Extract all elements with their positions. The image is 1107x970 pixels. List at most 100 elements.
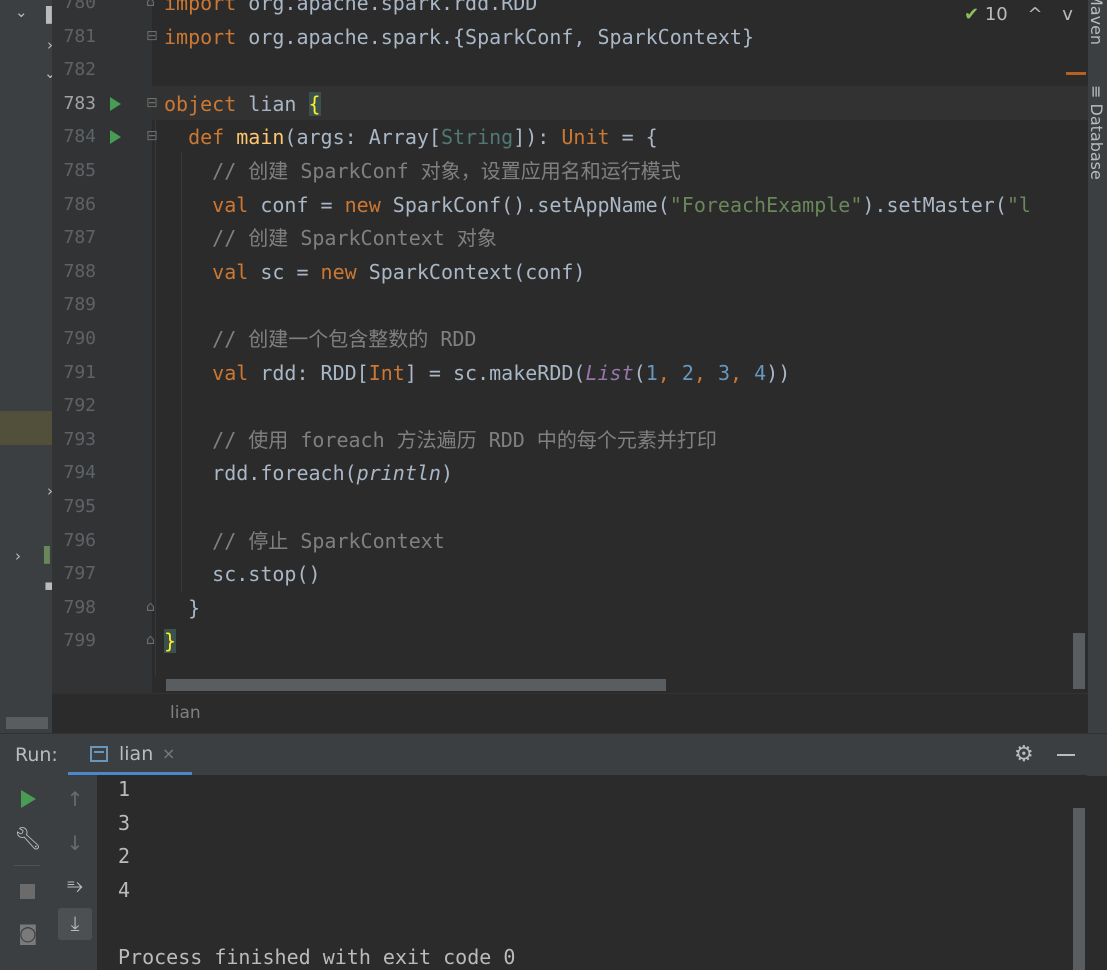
scroll-to-end-icon: ⤓	[70, 911, 80, 935]
code-token: SparkContext(conf)	[356, 259, 586, 284]
code-token: "ForeachExample"	[669, 192, 863, 217]
line-number: 797	[63, 563, 96, 585]
code-token: new	[320, 259, 357, 284]
line-number: 795	[63, 496, 96, 517]
chevron-right-icon[interactable]: ›	[15, 549, 21, 564]
scroll-to-end-toggle[interactable]: ⤓	[58, 908, 92, 940]
code-token: String	[440, 125, 514, 150]
database-tab-label: Database	[1087, 103, 1106, 180]
line-number: 790	[63, 328, 96, 349]
line-number: 792	[63, 395, 96, 417]
code-token: ,	[657, 360, 682, 385]
vertical-scrollbar[interactable]	[1073, 633, 1085, 689]
code-token: sc.stop()	[164, 562, 321, 587]
fold-icon[interactable]: ⌂	[146, 0, 155, 10]
code-line: val rdd: RDD[Int] = sc.makeRDD(List(1, 2…	[164, 356, 790, 390]
arrow-up-icon[interactable]: ↑	[60, 787, 90, 811]
code-line: // 创建 SparkConf 对象，设置应用名和运行模式	[164, 154, 681, 188]
fold-icon[interactable]: ⊟	[146, 95, 158, 111]
soft-wrap-icon[interactable]: ⥱	[60, 873, 90, 897]
chevron-down-icon[interactable]: ⌄	[15, 5, 28, 20]
line-number: 788	[63, 260, 96, 282]
code-line: // 创建一个包含整数的 RDD	[164, 322, 476, 356]
code-line: import org.apache.spark.rdd.RDD	[164, 0, 537, 20]
chevron-up-icon[interactable]: ^	[1027, 4, 1042, 25]
database-icon: ≡	[1087, 85, 1106, 104]
code-token: println	[356, 461, 441, 486]
code-token: // 创建一个包含整数的 RDD	[164, 327, 477, 351]
fold-icon[interactable]: ⌂	[146, 632, 155, 648]
run-toolbar: 🔧︎ ◙	[0, 775, 52, 970]
maven-tab[interactable]: Maven	[1087, 0, 1106, 45]
run-panel-header: Run: lian × ⚙	[0, 733, 1107, 776]
code-token: 1	[645, 360, 658, 385]
stop-icon[interactable]	[20, 884, 35, 899]
code-token: (	[633, 360, 646, 385]
code-token: Int	[368, 360, 405, 385]
code-token: val	[164, 192, 249, 217]
line-number: 780	[63, 0, 96, 13]
line-number: 787	[63, 227, 96, 249]
code-token: org.apache.spark.rdd.RDD	[236, 0, 538, 15]
line-number: 793	[63, 428, 96, 450]
line-number: 794	[63, 462, 96, 484]
code-line: sc.stop()	[164, 557, 321, 591]
console-line: 1	[118, 777, 131, 801]
horizontal-scrollbar[interactable]	[166, 679, 666, 691]
check-icon: ✔	[964, 4, 980, 25]
project-panel-strip: ⌄ ▌ › ⌄ › › ▌ ▪	[0, 0, 58, 733]
project-scrollbar[interactable]	[6, 717, 48, 729]
fold-icon[interactable]: ⌂	[146, 599, 155, 615]
code-token: rdd: RDD[	[248, 360, 369, 385]
wrench-icon[interactable]: 🔧︎	[13, 827, 43, 852]
code-line: // 停止 SparkContext	[164, 524, 445, 558]
code-token: val	[164, 259, 249, 284]
code-token: def	[164, 125, 237, 150]
minimize-icon[interactable]	[1057, 754, 1075, 756]
code-token: SparkConf().setAppName(	[380, 192, 670, 217]
fold-icon[interactable]: ⊟	[146, 128, 158, 144]
code-token: ,	[730, 360, 755, 385]
chevron-down-icon[interactable]: v	[1062, 4, 1073, 25]
run-gutter-icon[interactable]	[110, 130, 121, 145]
breadcrumb: lian	[52, 693, 1088, 734]
code-token: List	[585, 360, 634, 385]
console-line: 3	[118, 810, 131, 835]
gear-icon[interactable]: ⚙	[1014, 742, 1034, 767]
project-selection-highlight	[0, 411, 52, 445]
rerun-icon[interactable]	[21, 790, 36, 808]
code-token: ))	[766, 360, 791, 385]
line-number: 789	[63, 294, 96, 316]
camera-icon[interactable]: ◙	[13, 921, 43, 945]
toolbar-divider	[14, 865, 40, 866]
inspection-count: 10	[984, 4, 1008, 25]
code-token: }	[164, 629, 177, 654]
console-scrollbar[interactable]	[1073, 808, 1085, 970]
run-tab-lian[interactable]: lian ×	[68, 734, 192, 776]
console-output[interactable]: 1 3 2 4 Process finished with exit code 0	[97, 775, 1087, 970]
code-line: rdd.foreach(println)	[164, 456, 453, 490]
database-tab[interactable]: ≡ Database	[1087, 85, 1106, 180]
code-token: {	[308, 91, 321, 116]
error-stripe-mark[interactable]	[1066, 72, 1086, 75]
line-number: 786	[63, 193, 96, 215]
code-line: }	[164, 624, 177, 658]
code-token: ]):	[513, 125, 562, 150]
code-token: = {	[609, 125, 658, 150]
line-number: 796	[63, 529, 96, 551]
code-token: // 使用 foreach 方法遍历 RDD 中的每个元素并打印	[164, 427, 717, 452]
code-token: sc =	[248, 259, 321, 284]
console-icon	[90, 746, 108, 762]
code-line: import org.apache.spark.{SparkConf, Spar…	[164, 20, 754, 54]
inspection-widget[interactable]: ✔ 10 ^ v	[964, 4, 1073, 25]
run-gutter-icon[interactable]	[110, 96, 121, 111]
fold-icon[interactable]: ⊟	[146, 28, 158, 44]
line-number: 784	[63, 126, 96, 148]
close-icon[interactable]: ×	[162, 744, 175, 763]
arrow-down-icon[interactable]: ↓	[60, 831, 90, 855]
code-token: main	[236, 125, 285, 150]
code-token: (args: Array[	[284, 125, 441, 150]
code-token: org.apache.spark.{SparkConf, SparkContex…	[236, 24, 755, 49]
code-token: ).setMaster(	[862, 192, 1007, 217]
breadcrumb-item[interactable]: lian	[170, 703, 201, 723]
